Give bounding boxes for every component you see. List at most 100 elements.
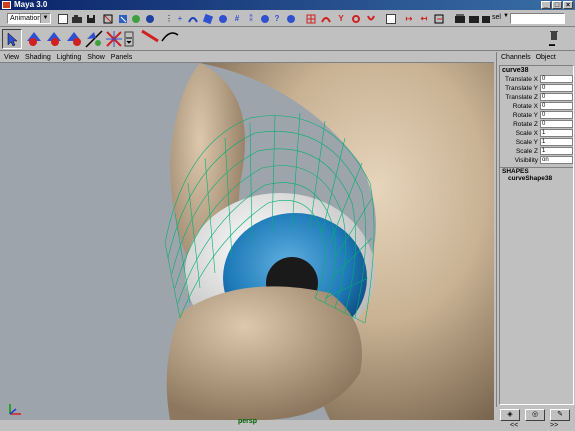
menu-set-value: Animation — [10, 15, 42, 22]
channel-row[interactable]: Translate Z0 — [500, 93, 573, 102]
mask-dots-icon[interactable]: ⋮ — [164, 14, 174, 24]
render-icon[interactable] — [455, 14, 465, 24]
channel-name[interactable]: Translate Z — [500, 93, 540, 102]
lasso-tool[interactable] — [24, 29, 44, 49]
channel-row[interactable]: Translate Y0 — [500, 84, 573, 93]
render-globals-icon[interactable] — [481, 14, 491, 24]
scroll-left-arrows[interactable]: << — [510, 422, 518, 429]
channel-value-field[interactable]: 1 — [540, 138, 573, 146]
channel-row[interactable]: Rotate Y0 — [500, 111, 573, 120]
camera-label: persp — [238, 418, 258, 425]
select-hierarchy-icon[interactable] — [103, 14, 113, 24]
shelf-hs-icon[interactable] — [160, 29, 180, 49]
channel-name[interactable]: Visibility — [500, 156, 540, 165]
channel-row[interactable]: Scale Y1 — [500, 138, 573, 147]
snap-magnet-icon[interactable] — [366, 14, 376, 24]
channel-value-field[interactable]: 0 — [540, 102, 573, 110]
channels-menu[interactable]: Channels — [501, 52, 531, 63]
channel-box-footer: ◈ ◎ ✎ << >> — [496, 408, 575, 431]
new-scene-icon[interactable] — [58, 14, 68, 24]
selection-field-label: sel — [492, 14, 501, 21]
trash-icon[interactable] — [549, 30, 559, 40]
channel-row[interactable]: Rotate Z0 — [500, 120, 573, 129]
channel-name[interactable]: Translate X — [500, 75, 540, 84]
snap-point-icon[interactable]: Y — [336, 14, 346, 24]
shelf-menu-icon[interactable]: ▬ — [549, 42, 559, 48]
select-object-icon[interactable] — [118, 14, 128, 24]
channel-name[interactable]: Scale X — [500, 129, 540, 138]
channel-name[interactable]: Rotate Z — [500, 120, 540, 129]
shelf-cp-icon[interactable] — [140, 29, 160, 49]
rotate-tool[interactable] — [64, 29, 84, 49]
view-menu[interactable]: View — [4, 52, 19, 62]
mask-rendering-icon[interactable] — [260, 14, 270, 24]
construction-history-icon[interactable] — [434, 14, 444, 24]
window-title: Maya 3.0 — [14, 0, 48, 9]
perspective-viewport[interactable] — [0, 63, 494, 420]
mask-joints-icon[interactable]: + — [175, 14, 185, 24]
mask-grid-icon[interactable]: # — [232, 14, 242, 24]
last-tool[interactable] — [124, 29, 136, 49]
minimize-button[interactable]: _ — [541, 1, 551, 9]
shapes-header: SHAPES — [500, 167, 573, 175]
channel-row[interactable]: Rotate X0 — [500, 102, 573, 111]
select-handles-icon[interactable] — [145, 14, 155, 24]
tool-settings-icon[interactable]: ✎ — [550, 409, 570, 421]
object-name[interactable]: curve38 — [500, 66, 573, 75]
move-tool[interactable] — [44, 29, 64, 49]
menu-set-dropdown[interactable]: Animation ▼ — [7, 13, 51, 24]
channel-value-field[interactable]: 0 — [540, 111, 573, 119]
help-question-icon[interactable]: ? — [272, 14, 282, 24]
channel-name[interactable]: Scale Z — [500, 147, 540, 156]
select-tool[interactable] — [2, 29, 22, 49]
channel-value-field[interactable]: 1 — [540, 129, 573, 137]
channel-value-field[interactable]: 0 — [540, 120, 573, 128]
show-manipulator-tool[interactable] — [104, 29, 124, 49]
shape-name[interactable]: curveShape38 — [500, 175, 573, 182]
channel-value-field[interactable]: 0 — [540, 84, 573, 92]
channel-value-field[interactable]: 1 — [540, 147, 573, 155]
channel-row[interactable]: Scale Z1 — [500, 147, 573, 156]
channel-name[interactable]: Translate Y — [500, 84, 540, 93]
ipr-render-icon[interactable] — [469, 14, 479, 24]
lighting-menu[interactable]: Lighting — [57, 52, 82, 62]
snap-curve-icon[interactable] — [321, 14, 331, 24]
select-component-icon[interactable] — [131, 14, 141, 24]
maya-app-icon[interactable] — [2, 1, 11, 9]
channel-box: Channels Object curve38 Translate X 0 Tran… — [496, 52, 575, 407]
selection-input[interactable] — [510, 13, 565, 24]
channel-row[interactable]: Translate X0 — [500, 75, 573, 84]
close-button[interactable]: × — [563, 1, 573, 9]
channel-name[interactable]: Rotate X — [500, 102, 540, 111]
object-menu[interactable]: Object — [536, 52, 556, 63]
maximize-button[interactable]: □ — [552, 1, 562, 9]
channel-value-field[interactable]: 0 — [540, 75, 573, 83]
layer-editor-icon[interactable]: ◈ — [500, 409, 520, 421]
snap-view-plane-icon[interactable] — [351, 14, 361, 24]
open-scene-icon[interactable] — [72, 14, 82, 24]
show-menu[interactable]: Show — [87, 52, 105, 62]
save-scene-icon[interactable] — [86, 14, 96, 24]
panels-menu[interactable]: Panels — [111, 52, 132, 62]
channel-row[interactable]: Visibility on — [500, 156, 573, 165]
mask-misc-icon[interactable]: ⁑ — [246, 14, 256, 24]
mask-deformations-icon[interactable] — [218, 14, 228, 24]
selection-dropdown-icon[interactable]: ▼ — [503, 13, 509, 19]
mask-curves-icon[interactable] — [188, 14, 198, 24]
output-ops-icon[interactable]: ↤ — [419, 14, 429, 24]
channel-value-field[interactable]: on — [540, 156, 573, 164]
scale-tool[interactable] — [84, 29, 104, 49]
snap-grid-icon[interactable] — [306, 14, 316, 24]
channel-name[interactable]: Rotate Y — [500, 111, 540, 120]
channel-row[interactable]: Scale X1 — [500, 129, 573, 138]
scroll-right-arrows[interactable]: >> — [550, 422, 558, 429]
input-ops-icon[interactable]: ↦ — [404, 14, 414, 24]
shading-menu[interactable]: Shading — [25, 52, 51, 62]
channel-value-field[interactable]: 0 — [540, 93, 573, 101]
mask-surfaces-icon[interactable] — [202, 13, 214, 25]
history-icon[interactable] — [386, 14, 396, 24]
chevron-down-icon: ▼ — [40, 14, 50, 23]
channel-name[interactable]: Scale Y — [500, 138, 540, 147]
channel-box-icon[interactable]: ◎ — [525, 409, 545, 421]
locator-icon[interactable] — [286, 14, 296, 24]
